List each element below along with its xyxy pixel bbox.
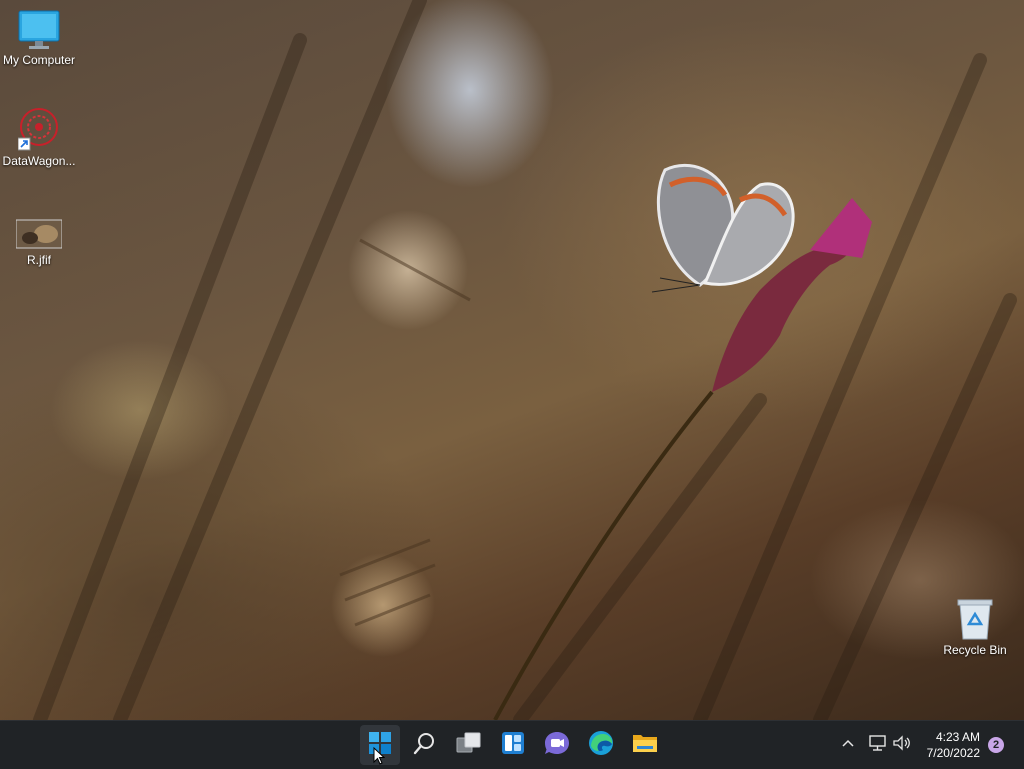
mouse-cursor-icon <box>373 747 385 765</box>
recycle-bin-icon <box>957 598 993 640</box>
task-view-icon <box>456 731 482 760</box>
task-view-button[interactable] <box>449 725 489 765</box>
network-icon <box>868 734 888 757</box>
volume-icon <box>892 734 912 757</box>
chat-icon <box>544 731 570 760</box>
desktop-icon-label: DataWagon... <box>2 154 76 168</box>
clock-date: 7/20/2022 <box>926 746 980 760</box>
edge-button[interactable] <box>581 725 621 765</box>
volume-control[interactable] <box>892 721 912 769</box>
butterfly <box>651 164 795 293</box>
desktop-icon-label: Recycle Bin <box>943 643 1007 657</box>
desktop-wallpaper <box>0 0 1024 720</box>
clock[interactable]: 4:23 AM 7/20/2022 <box>927 729 980 761</box>
folder-icon <box>632 731 658 760</box>
taskbar: 4:23 AM 7/20/2022 2 <box>0 720 1024 769</box>
wallpaper-art <box>33 0 1017 720</box>
desktop-icon-label: R.jfif <box>27 253 51 267</box>
desktop-icon-my-computer[interactable]: My Computer <box>1 10 77 67</box>
tray-chevron[interactable] <box>840 721 856 769</box>
edge-icon <box>588 730 614 761</box>
file-explorer-button[interactable] <box>625 725 665 765</box>
computer-icon <box>18 10 60 50</box>
desktop-icon-r-jfif[interactable]: R.jfif <box>1 218 77 267</box>
chat-button[interactable] <box>537 725 577 765</box>
search-icon <box>413 731 437 760</box>
desktop-icon-recycle-bin[interactable]: Recycle Bin <box>937 598 1013 657</box>
desktop-icon-datawagon[interactable]: DataWagon... <box>1 107 77 168</box>
network-status[interactable] <box>868 721 888 769</box>
datawagon-shortcut-icon <box>17 107 60 151</box>
desktop-icon-label: My Computer <box>2 53 76 67</box>
notification-badge[interactable]: 2 <box>988 737 1004 753</box>
image-file-icon <box>15 218 63 250</box>
clock-time: 4:23 AM <box>935 730 980 744</box>
widgets-button[interactable] <box>493 725 533 765</box>
chevron-up-icon <box>840 735 856 756</box>
widgets-icon <box>501 731 525 760</box>
search-button[interactable] <box>405 725 445 765</box>
